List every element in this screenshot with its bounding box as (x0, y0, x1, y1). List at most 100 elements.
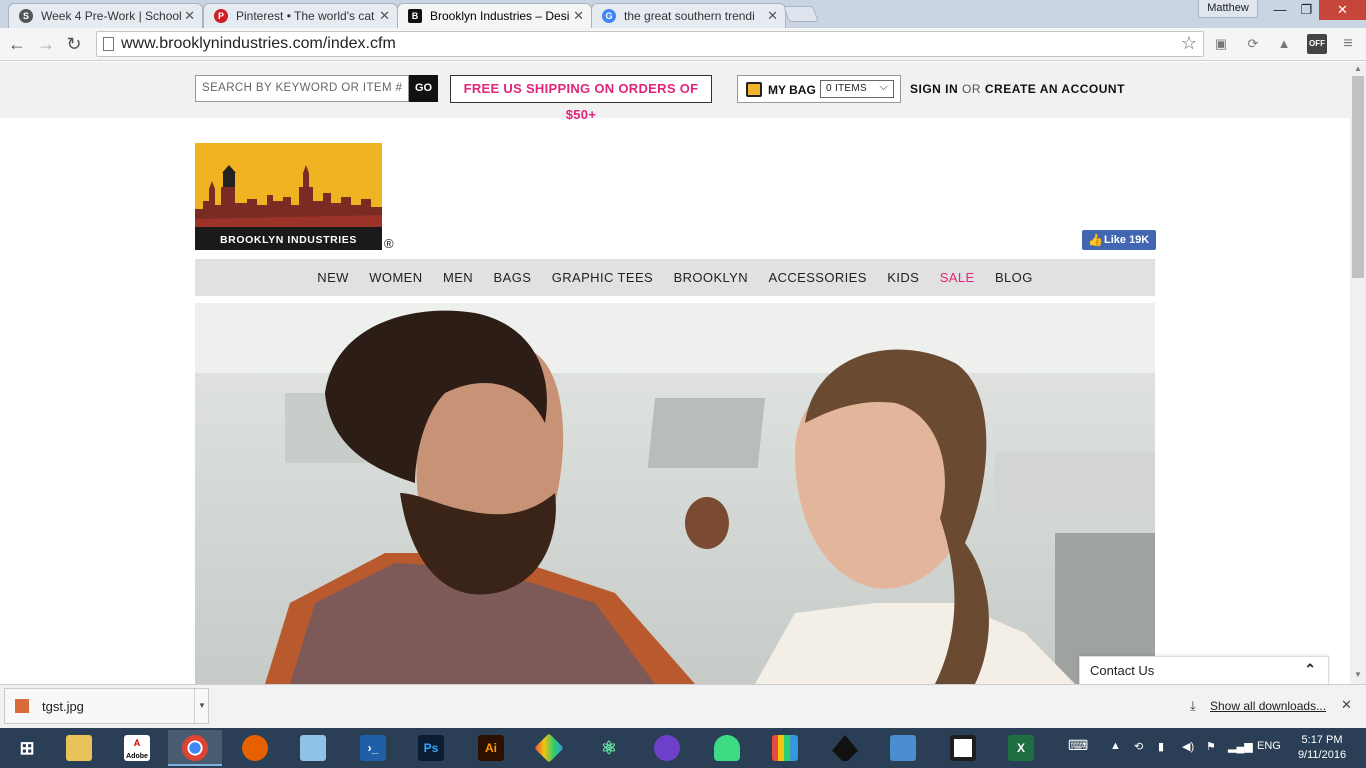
action-center-icon[interactable]: ⚑ (1206, 740, 1216, 753)
main-navigation: NEW WOMEN MEN BAGS GRAPHIC TEES BROOKLYN… (195, 259, 1155, 296)
back-icon[interactable]: ← (6, 33, 28, 55)
scrollbar-thumb[interactable] (1352, 76, 1364, 278)
language-indicator[interactable]: ENG (1257, 740, 1281, 752)
keyboard-icon[interactable]: ⌨ (1068, 737, 1088, 754)
apps-grid-icon (772, 735, 798, 761)
bag-items-count: 0 ITEMS (826, 83, 867, 94)
facebook-like-button[interactable]: 👍 Like 19K (1082, 230, 1156, 250)
menu-icon[interactable]: ≡ (1338, 34, 1358, 54)
show-all-downloads-link[interactable]: Show all downloads... (1210, 699, 1326, 713)
angular-extension-icon[interactable]: ▲ (1274, 34, 1294, 54)
taskbar-excel[interactable]: X (994, 730, 1048, 766)
tab-google-search[interactable]: G the great southern trendi ✕ (591, 3, 786, 28)
restore-icon[interactable]: ❐ (1294, 0, 1319, 20)
hero-photo (195, 303, 1155, 684)
android-icon (714, 735, 740, 761)
bookmark-star-icon[interactable]: ☆ (1181, 33, 1197, 54)
close-window-icon[interactable]: ✕ (1319, 0, 1366, 20)
chevron-down-icon: ⌵ (879, 81, 888, 93)
windows-taskbar: ⊞ A Adobe ›_ Ps Ai ⚛ X ⌨ ▲ ⟲ ▮ ◀) ⚑ ▂▄▆ E… (0, 728, 1366, 768)
google-favicon-icon: G (602, 9, 616, 23)
taskbar-chrome[interactable] (168, 730, 222, 766)
tab-week4[interactable]: S Week 4 Pre-Work | School ✕ (8, 3, 203, 28)
nav-brooklyn[interactable]: BROOKLYN (674, 259, 748, 296)
profile-button[interactable]: Matthew (1198, 0, 1258, 18)
nav-women[interactable]: WOMEN (369, 259, 422, 296)
taskbar-desktop[interactable] (936, 730, 990, 766)
taskbar-sketch[interactable] (522, 730, 576, 766)
or-text: OR (962, 82, 982, 96)
image-file-icon (15, 699, 29, 713)
minimize-icon[interactable]: — (1266, 0, 1294, 20)
registered-mark: ® (384, 236, 394, 251)
system-clock[interactable]: 5:17 PM 9/11/2016 (1292, 733, 1352, 763)
taskbar-android[interactable] (700, 730, 754, 766)
new-tab-button[interactable] (783, 6, 819, 22)
screen-capture-icon[interactable]: ▣ (1211, 34, 1231, 54)
taskbar-illustrator[interactable]: Ai (464, 730, 518, 766)
shopping-bag[interactable]: MY BAG 0 ITEMS ⌵ (737, 75, 901, 103)
close-icon[interactable]: ✕ (573, 8, 584, 24)
forward-icon[interactable]: → (35, 33, 57, 55)
tab-brooklyn-industries[interactable]: B Brooklyn Industries – Desi ✕ (397, 3, 592, 28)
thumbs-up-icon: 👍 (1088, 233, 1103, 247)
adobe-label: Adobe (126, 753, 148, 760)
nav-men[interactable]: MEN (443, 259, 473, 296)
tray-expand-icon[interactable]: ▲ (1110, 740, 1121, 752)
logo-text: BROOKLYN INDUSTRIES (219, 234, 358, 246)
taskbar-powershell[interactable]: ›_ (346, 730, 400, 766)
address-bar[interactable]: www.brooklynindustries.com/index.cfm ☆ (96, 31, 1204, 57)
close-icon[interactable]: ✕ (184, 8, 195, 24)
chevron-up-icon: ⌃ (1304, 661, 1316, 677)
chevron-down-icon[interactable]: ▼ (194, 689, 209, 723)
search-go-button[interactable]: GO (409, 75, 438, 102)
pinterest-favicon-icon: P (214, 9, 228, 23)
taskbar-github[interactable] (640, 730, 694, 766)
close-icon[interactable]: ✕ (767, 8, 778, 24)
extension-icon[interactable]: ⟳ (1243, 34, 1263, 54)
network-icon[interactable]: ▂▄▆ (1228, 740, 1253, 753)
contact-us-widget[interactable]: Contact Us ⌃ (1079, 656, 1329, 684)
nav-bags[interactable]: BAGS (494, 259, 532, 296)
nav-blog[interactable]: BLOG (995, 259, 1033, 296)
firefox-icon (242, 735, 268, 761)
taskbar-firefox[interactable] (228, 730, 282, 766)
toggle-off-extension-icon[interactable]: OFF (1307, 34, 1327, 54)
taskbar-atom[interactable]: ⚛ (582, 730, 636, 766)
taskbar-photoshop[interactable]: Ps (404, 730, 458, 766)
start-button[interactable]: ⊞ (0, 730, 54, 766)
nav-accessories[interactable]: ACCESSORIES (769, 259, 867, 296)
taskbar-inkscape[interactable] (818, 730, 872, 766)
nav-kids[interactable]: KIDS (887, 259, 919, 296)
bag-items-dropdown[interactable]: 0 ITEMS ⌵ (820, 80, 894, 98)
battery-icon[interactable]: ▮ (1158, 740, 1164, 753)
hero-image[interactable] (195, 303, 1155, 684)
taskbar-apps[interactable] (758, 730, 812, 766)
scroll-up-icon[interactable]: ▲ (1350, 62, 1366, 76)
download-item[interactable]: tgst.jpg ▼ (4, 688, 209, 724)
free-shipping-banner[interactable]: FREE US SHIPPING ON ORDERS OF $50+ (450, 75, 712, 122)
brooklyn-industries-logo[interactable]: BROOKLYN INDUSTRIES (195, 143, 382, 250)
create-account-link[interactable]: CREATE AN ACCOUNT (985, 82, 1125, 96)
search-input[interactable]: SEARCH BY KEYWORD OR ITEM # (195, 75, 409, 102)
sign-in-link[interactable]: SIGN IN (910, 82, 958, 96)
taskbar-adobe[interactable]: A Adobe (110, 730, 164, 766)
taskbar-file-explorer[interactable] (52, 730, 106, 766)
taskbar-remote[interactable] (876, 730, 930, 766)
photoshop-icon: Ps (418, 735, 444, 761)
reload-icon[interactable]: ↻ (63, 33, 85, 55)
taskbar-notes[interactable] (286, 730, 340, 766)
close-icon[interactable]: ✕ (1341, 697, 1352, 713)
chrome-icon (182, 735, 208, 761)
nav-sale[interactable]: SALE (940, 259, 975, 296)
tab-pinterest[interactable]: P Pinterest • The world's cat ✕ (203, 3, 398, 28)
volume-icon[interactable]: ◀) (1182, 740, 1194, 753)
sketch-icon (534, 733, 564, 763)
illustrator-icon: Ai (478, 735, 504, 761)
sync-icon[interactable]: ⟲ (1134, 740, 1143, 753)
nav-new[interactable]: NEW (317, 259, 349, 296)
remote-desktop-icon (890, 735, 916, 761)
close-icon[interactable]: ✕ (379, 8, 390, 24)
nav-graphic-tees[interactable]: GRAPHIC TEES (552, 259, 653, 296)
scroll-down-icon[interactable]: ▼ (1350, 668, 1366, 682)
